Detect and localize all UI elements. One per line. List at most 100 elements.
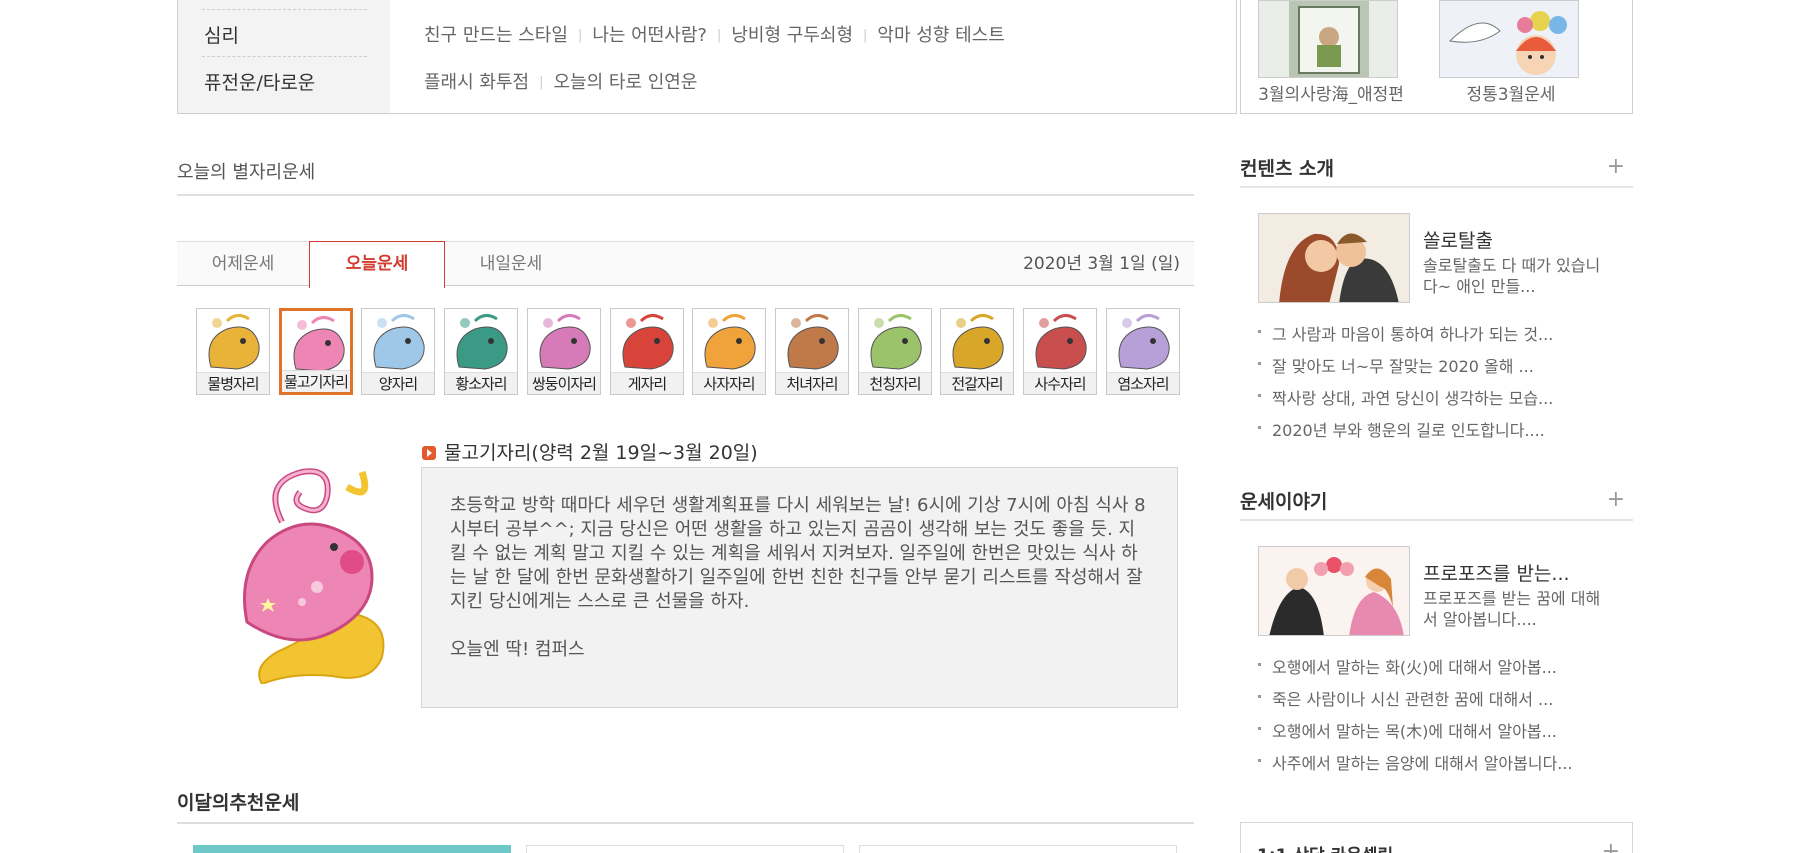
zodiac-sign-icon <box>373 314 425 370</box>
counseling-block: 1:1 상담 카운셀링 + <box>1240 822 1633 853</box>
zodiac-label: 양자리 <box>362 372 434 394</box>
category-link[interactable]: 악마 성향 테스트 <box>877 25 1004 46</box>
zodiac-label: 황소자리 <box>445 372 517 394</box>
zodiac-label: 쌍둥이자리 <box>528 372 600 394</box>
contents-intro-title: 컨텐츠 소개 <box>1240 158 1335 180</box>
list-item[interactable]: 그 사람과 마음이 통하여 하나가 되는 것... <box>1258 321 1553 353</box>
recommend-card[interactable] <box>526 845 844 853</box>
zodiac-tile[interactable]: 게자리 <box>610 308 684 395</box>
sign-detail-title-text: 물고기자리(양력 2월 19일~3월 20일) <box>444 442 758 464</box>
zodiac-tile[interactable]: 황소자리 <box>444 308 518 395</box>
divider <box>202 56 367 57</box>
zodiac-label: 물고기자리 <box>282 370 350 392</box>
zodiac-tile[interactable]: 염소자리 <box>1106 308 1180 395</box>
contents-intro-header: 컨텐츠 소개 + <box>1240 154 1633 188</box>
recommend-title: 이달의추천운세 <box>177 792 300 814</box>
category-link[interactable]: 낭비형 구두쇠형 <box>731 25 853 46</box>
zodiac-sign-icon <box>952 314 1004 370</box>
list-item[interactable]: 2020년 부와 행운의 길로 인도합니다.... <box>1258 417 1553 449</box>
category-box: 심리 친구 만드는 스타일 | 나는 어떤사람? | 낭비형 구두쇠형 | 악마 성향 테스… <box>177 0 1237 114</box>
zodiac-tile[interactable]: 물고기자리 <box>279 308 353 395</box>
zodiac-label: 사수자리 <box>1024 372 1096 394</box>
arrow-bullet-icon <box>422 446 436 460</box>
recommend-divider <box>177 822 1194 824</box>
zodiac-sign-icon <box>622 314 674 370</box>
category-link[interactable]: 친구 만드는 스타일 <box>424 25 568 46</box>
tab-today[interactable]: 오늘운세 <box>309 241 445 288</box>
promo-caption[interactable]: 정통3월운세 <box>1421 80 1601 105</box>
zodiac-tile[interactable]: 양자리 <box>361 308 435 395</box>
zodiac-sign-icon <box>1035 314 1087 370</box>
more-plus-icon[interactable]: + <box>1607 489 1625 511</box>
fortune-text: 초등학교 방학 때마다 세우던 생활계획표를 다시 세워보는 날! 6시에 기상… <box>450 495 1146 612</box>
contents-list: 그 사람과 마음이 통하여 하나가 되는 것... 잘 맞아도 너~무 잘맞는 … <box>1258 321 1553 449</box>
category-name: 심리 <box>204 25 239 47</box>
promo-caption[interactable]: 3월의사랑海_애정편 <box>1241 80 1421 105</box>
tab-tomorrow[interactable]: 내일운세 <box>445 242 577 286</box>
zodiac-label: 염소자리 <box>1107 372 1179 394</box>
zodiac-sign-icon <box>787 314 839 370</box>
zodiac-sign-icon <box>539 314 591 370</box>
more-plus-icon[interactable]: + <box>1602 839 1620 853</box>
zodiac-sign-icon <box>1118 314 1170 370</box>
monthly-fortune-promo-image[interactable] <box>1439 0 1579 78</box>
zodiac-sign-icon <box>208 314 260 370</box>
recommend-card[interactable] <box>193 845 511 853</box>
list-item[interactable]: 오행에서 말하는 목(木)에 대해서 알아봅... <box>1258 718 1573 750</box>
zodiac-sign-icon <box>293 316 345 372</box>
fortune-text-box: 초등학교 방학 때마다 세우던 생활계획표를 다시 세워보는 날! 6시에 기상… <box>421 467 1178 708</box>
zodiac-sign-icon <box>870 314 922 370</box>
divider <box>202 9 367 10</box>
list-item[interactable]: 짝사랑 상대, 과연 당신이 생각하는 모습... <box>1258 385 1553 417</box>
category-link[interactable]: 나는 어떤사람? <box>592 25 707 46</box>
lucky-item-text: 오늘엔 딱! 컴퍼스 <box>450 639 585 660</box>
category-row-fusion: 퓨전운/타로운 플래시 화투점 | 오늘의 타로 인연운 <box>178 56 1238 102</box>
pisces-illustration <box>222 462 402 686</box>
zodiac-label: 물병자리 <box>197 372 269 394</box>
sign-detail-title: 물고기자리(양력 2월 19일~3월 20일) <box>422 438 758 465</box>
feature-title[interactable]: 쏠로탈출 <box>1423 226 1493 253</box>
zodiac-label: 처녀자리 <box>776 372 848 394</box>
zodiac-label: 게자리 <box>611 372 683 394</box>
zodiac-tile[interactable]: 전갈자리 <box>940 308 1014 395</box>
zodiac-sign-icon <box>704 314 756 370</box>
zodiac-tile[interactable]: 사자자리 <box>692 308 766 395</box>
zodiac-tile[interactable]: 천칭자리 <box>858 308 932 395</box>
list-item[interactable]: 죽은 사람이나 시신 관련한 꿈에 대해서 ... <box>1258 686 1573 718</box>
recommend-card[interactable] <box>859 845 1177 853</box>
zodiac-sign-icon <box>456 314 508 370</box>
zodiac-label: 전갈자리 <box>941 372 1013 394</box>
category-name: 퓨전운/타로운 <box>204 72 316 94</box>
category-link[interactable]: 오늘의 타로 인연운 <box>553 72 697 93</box>
fortune-list: 오행에서 말하는 화(火)에 대해서 알아봅... 죽은 사람이나 시신 관련한… <box>1258 654 1573 782</box>
category-links: 친구 만드는 스타일 | 나는 어떤사람? | 낭비형 구두쇠형 | 악마 성향 테스트 <box>424 25 1005 46</box>
zodiac-label: 천칭자리 <box>859 372 931 394</box>
fortune-story-title: 운세이야기 <box>1240 491 1328 513</box>
list-item[interactable]: 사주에서 말하는 음양에 대해서 알아봅니다... <box>1258 750 1573 782</box>
tab-yesterday[interactable]: 어제운세 <box>177 242 309 286</box>
section-divider <box>177 194 1194 196</box>
solo-escape-image[interactable] <box>1258 213 1410 303</box>
category-row-psychology: 심리 친구 만드는 스타일 | 나는 어떤사람? | 낭비형 구두쇠형 | 악마 성향 테스… <box>178 9 1238 55</box>
fortune-story-header: 운세이야기 + <box>1240 487 1633 521</box>
feature-description: 프로포즈를 받는 꿈에 대해서 알아봅니다.... <box>1423 589 1601 629</box>
more-plus-icon[interactable]: + <box>1607 156 1625 178</box>
promo-thumbnails: 3월의사랑海_애정편 정통3월운세 <box>1240 0 1633 114</box>
feature-description: 솔로탈출도 다 때가 있습니다~ 애인 만들... <box>1423 256 1601 296</box>
fortune-date: 2020년 3월 1일 (일) <box>1023 254 1180 274</box>
counseling-title: 1:1 상담 카운셀링 <box>1257 841 1393 853</box>
section-title: 오늘의 별자리운세 <box>177 162 316 183</box>
list-item[interactable]: 잘 맞아도 너~무 잘맞는 2020 올해 ... <box>1258 353 1553 385</box>
zodiac-tile[interactable]: 물병자리 <box>196 308 270 395</box>
zodiac-tile[interactable]: 처녀자리 <box>775 308 849 395</box>
zodiac-label: 사자자리 <box>693 372 765 394</box>
zodiac-tile[interactable]: 사수자리 <box>1023 308 1097 395</box>
feature-title[interactable]: 프로포즈를 받는... <box>1423 559 1570 586</box>
list-item[interactable]: 오행에서 말하는 화(火)에 대해서 알아봅... <box>1258 654 1573 686</box>
proposal-image[interactable] <box>1258 546 1410 636</box>
category-link[interactable]: 플래시 화투점 <box>424 72 529 93</box>
fortune-tabs: 어제운세 오늘운세 내일운세 2020년 3월 1일 (일) <box>177 241 1194 288</box>
love-promo-image[interactable] <box>1258 0 1398 78</box>
zodiac-tile[interactable]: 쌍둥이자리 <box>527 308 601 395</box>
category-links: 플래시 화투점 | 오늘의 타로 인연운 <box>424 72 698 93</box>
